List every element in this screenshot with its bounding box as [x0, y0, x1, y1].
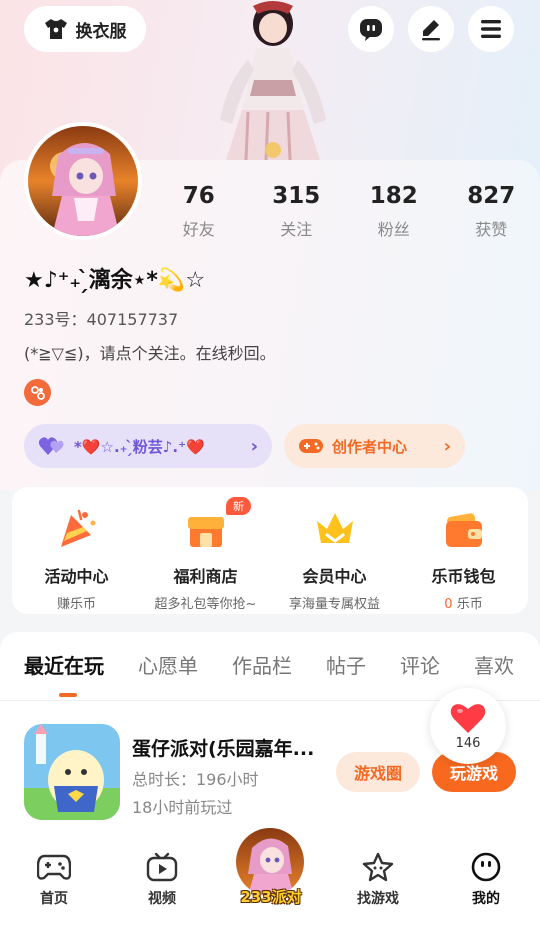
change-outfit-button[interactable]: 换衣服 — [24, 6, 146, 52]
crown-icon — [316, 513, 353, 543]
gamepad-outline-icon — [37, 854, 71, 880]
stat-number: 827 — [467, 183, 516, 209]
nav-party-label: 233派对 — [240, 888, 302, 906]
profile-bio: (*≧▽≦)，请点个关注。在线秒回。 — [24, 344, 276, 363]
fan-group-pill[interactable]: *❤️☆.₊ ̗̀粉芸♪.⁺❤️ › — [24, 424, 272, 468]
stat-likes-received[interactable]: 827 获赞 — [443, 182, 540, 240]
tab-recently-played[interactable]: 最近在玩 — [24, 650, 104, 679]
stat-label: 获赞 — [475, 220, 508, 239]
nav-label: 视频 — [148, 891, 176, 907]
stat-number: 76 — [182, 183, 215, 209]
hamburger-menu-icon — [481, 20, 501, 38]
stat-following[interactable]: 315 关注 — [248, 182, 346, 240]
profile-face-icon — [471, 852, 501, 882]
creator-center-label: 创作者中心 — [332, 437, 408, 456]
nav-me[interactable]: 我的 — [432, 838, 540, 925]
shortcut-member-center[interactable]: 会员中心 享海量专属权益 — [270, 487, 399, 614]
stat-fans[interactable]: 182 粉丝 — [345, 182, 443, 240]
avatar-character-figure — [220, 1, 326, 160]
game-title[interactable]: 蛋仔派对(乐园嘉年... — [132, 734, 314, 761]
pen-icon — [422, 20, 440, 41]
stat-friends[interactable]: 76 好友 — [150, 182, 248, 240]
party-popper-icon — [60, 509, 95, 547]
coin-balance: 0 — [444, 597, 453, 612]
shortcut-title: 福利商店 — [173, 567, 238, 586]
tab-posts[interactable]: 帖子 — [326, 650, 366, 679]
shortcut-subtitle: 超多礼包等你抢~ — [154, 597, 257, 612]
game-icon-art — [24, 724, 120, 820]
shirt-icon — [44, 19, 67, 39]
shortcut-subtitle: 赚乐币 — [56, 597, 96, 612]
heart-icon — [450, 703, 486, 733]
chevron-right-icon: › — [443, 435, 451, 457]
tab-comments[interactable]: 评论 — [400, 650, 440, 679]
nav-find-games[interactable]: 找游戏 — [324, 838, 432, 925]
shop-sign-text: SHOP — [194, 508, 217, 517]
profile-uid[interactable]: 233号：407157737 — [24, 306, 178, 330]
tab-likes[interactable]: 喜欢 — [474, 650, 514, 679]
stat-label: 粉丝 — [377, 220, 410, 239]
profile-nickname: ★♪⁺₊ ̗̀漓余⋆*💫☆ — [24, 268, 206, 293]
menu-button[interactable] — [468, 6, 514, 52]
shortcut-subtitle: 0 乐币 — [444, 593, 482, 612]
shop-sign: SHOP — [194, 508, 217, 517]
nav-home[interactable]: 首页 — [0, 838, 108, 925]
video-play-icon — [146, 852, 178, 882]
active-tab-indicator — [59, 693, 77, 697]
new-badge: 新 — [226, 497, 251, 515]
avatar-image — [28, 126, 138, 236]
star-icon — [362, 852, 394, 882]
shortcut-welfare-shop[interactable]: 新 SHOP 福利商店 超多礼包等你抢~ — [141, 487, 270, 614]
stat-number: 315 — [272, 183, 321, 209]
change-outfit-label: 换衣服 — [75, 21, 127, 42]
game-last-played: 18小时前玩过 — [132, 798, 233, 817]
game-circle-button[interactable]: 游戏圈 — [336, 752, 420, 792]
stat-label: 好友 — [182, 220, 215, 239]
shortcut-subtitle: 享海量专属权益 — [288, 597, 380, 612]
shortcut-title: 活动中心 — [44, 567, 109, 586]
wallet-icon — [445, 513, 482, 547]
tab-wishlist[interactable]: 心愿单 — [138, 650, 198, 679]
game-playtime: 总时长：196小时 — [132, 770, 259, 789]
chevron-right-icon: › — [250, 435, 258, 457]
content-tabs: 最近在玩 心愿单 作品栏 帖子 评论 喜欢 — [24, 650, 514, 679]
tab-works[interactable]: 作品栏 — [232, 650, 292, 679]
personality-tag-icon[interactable] — [24, 379, 51, 406]
game-icon[interactable] — [24, 724, 120, 820]
coin-unit: 乐币 — [452, 597, 483, 612]
nav-label: 我的 — [472, 891, 500, 907]
stat-label: 关注 — [280, 220, 313, 239]
shortcut-title: 会员中心 — [302, 567, 367, 586]
edit-profile-button[interactable] — [408, 6, 454, 52]
chat-bubble-icon — [360, 19, 382, 41]
nav-label: 首页 — [40, 891, 68, 907]
profile-stats: 76 好友 315 关注 182 粉丝 827 获赞 — [150, 182, 540, 240]
avatar[interactable] — [24, 122, 142, 240]
feature-shortcuts: 活动中心 赚乐币 新 SHOP 福利商店 超多礼包等你抢~ 会员中心 享海量专属… — [12, 487, 528, 614]
fan-group-label: *❤️☆.₊ ̗̀粉芸♪.⁺❤️ — [74, 437, 205, 456]
gamepad-icon — [299, 439, 323, 453]
like-count: 146 — [455, 735, 481, 751]
shortcut-title: 乐币钱包 — [431, 567, 496, 586]
nav-label: 找游戏 — [357, 891, 399, 907]
nav-video[interactable]: 视频 — [108, 838, 216, 925]
creator-center-pill[interactable]: 创作者中心 › — [284, 424, 465, 468]
stat-number: 182 — [369, 183, 418, 209]
like-bubble[interactable]: 146 — [430, 688, 506, 764]
double-heart-icon — [38, 437, 64, 455]
shortcut-activity-center[interactable]: 活动中心 赚乐币 — [12, 487, 141, 614]
message-button[interactable] — [348, 6, 394, 52]
shortcut-coin-wallet[interactable]: 乐币钱包 0 乐币 — [399, 487, 528, 614]
